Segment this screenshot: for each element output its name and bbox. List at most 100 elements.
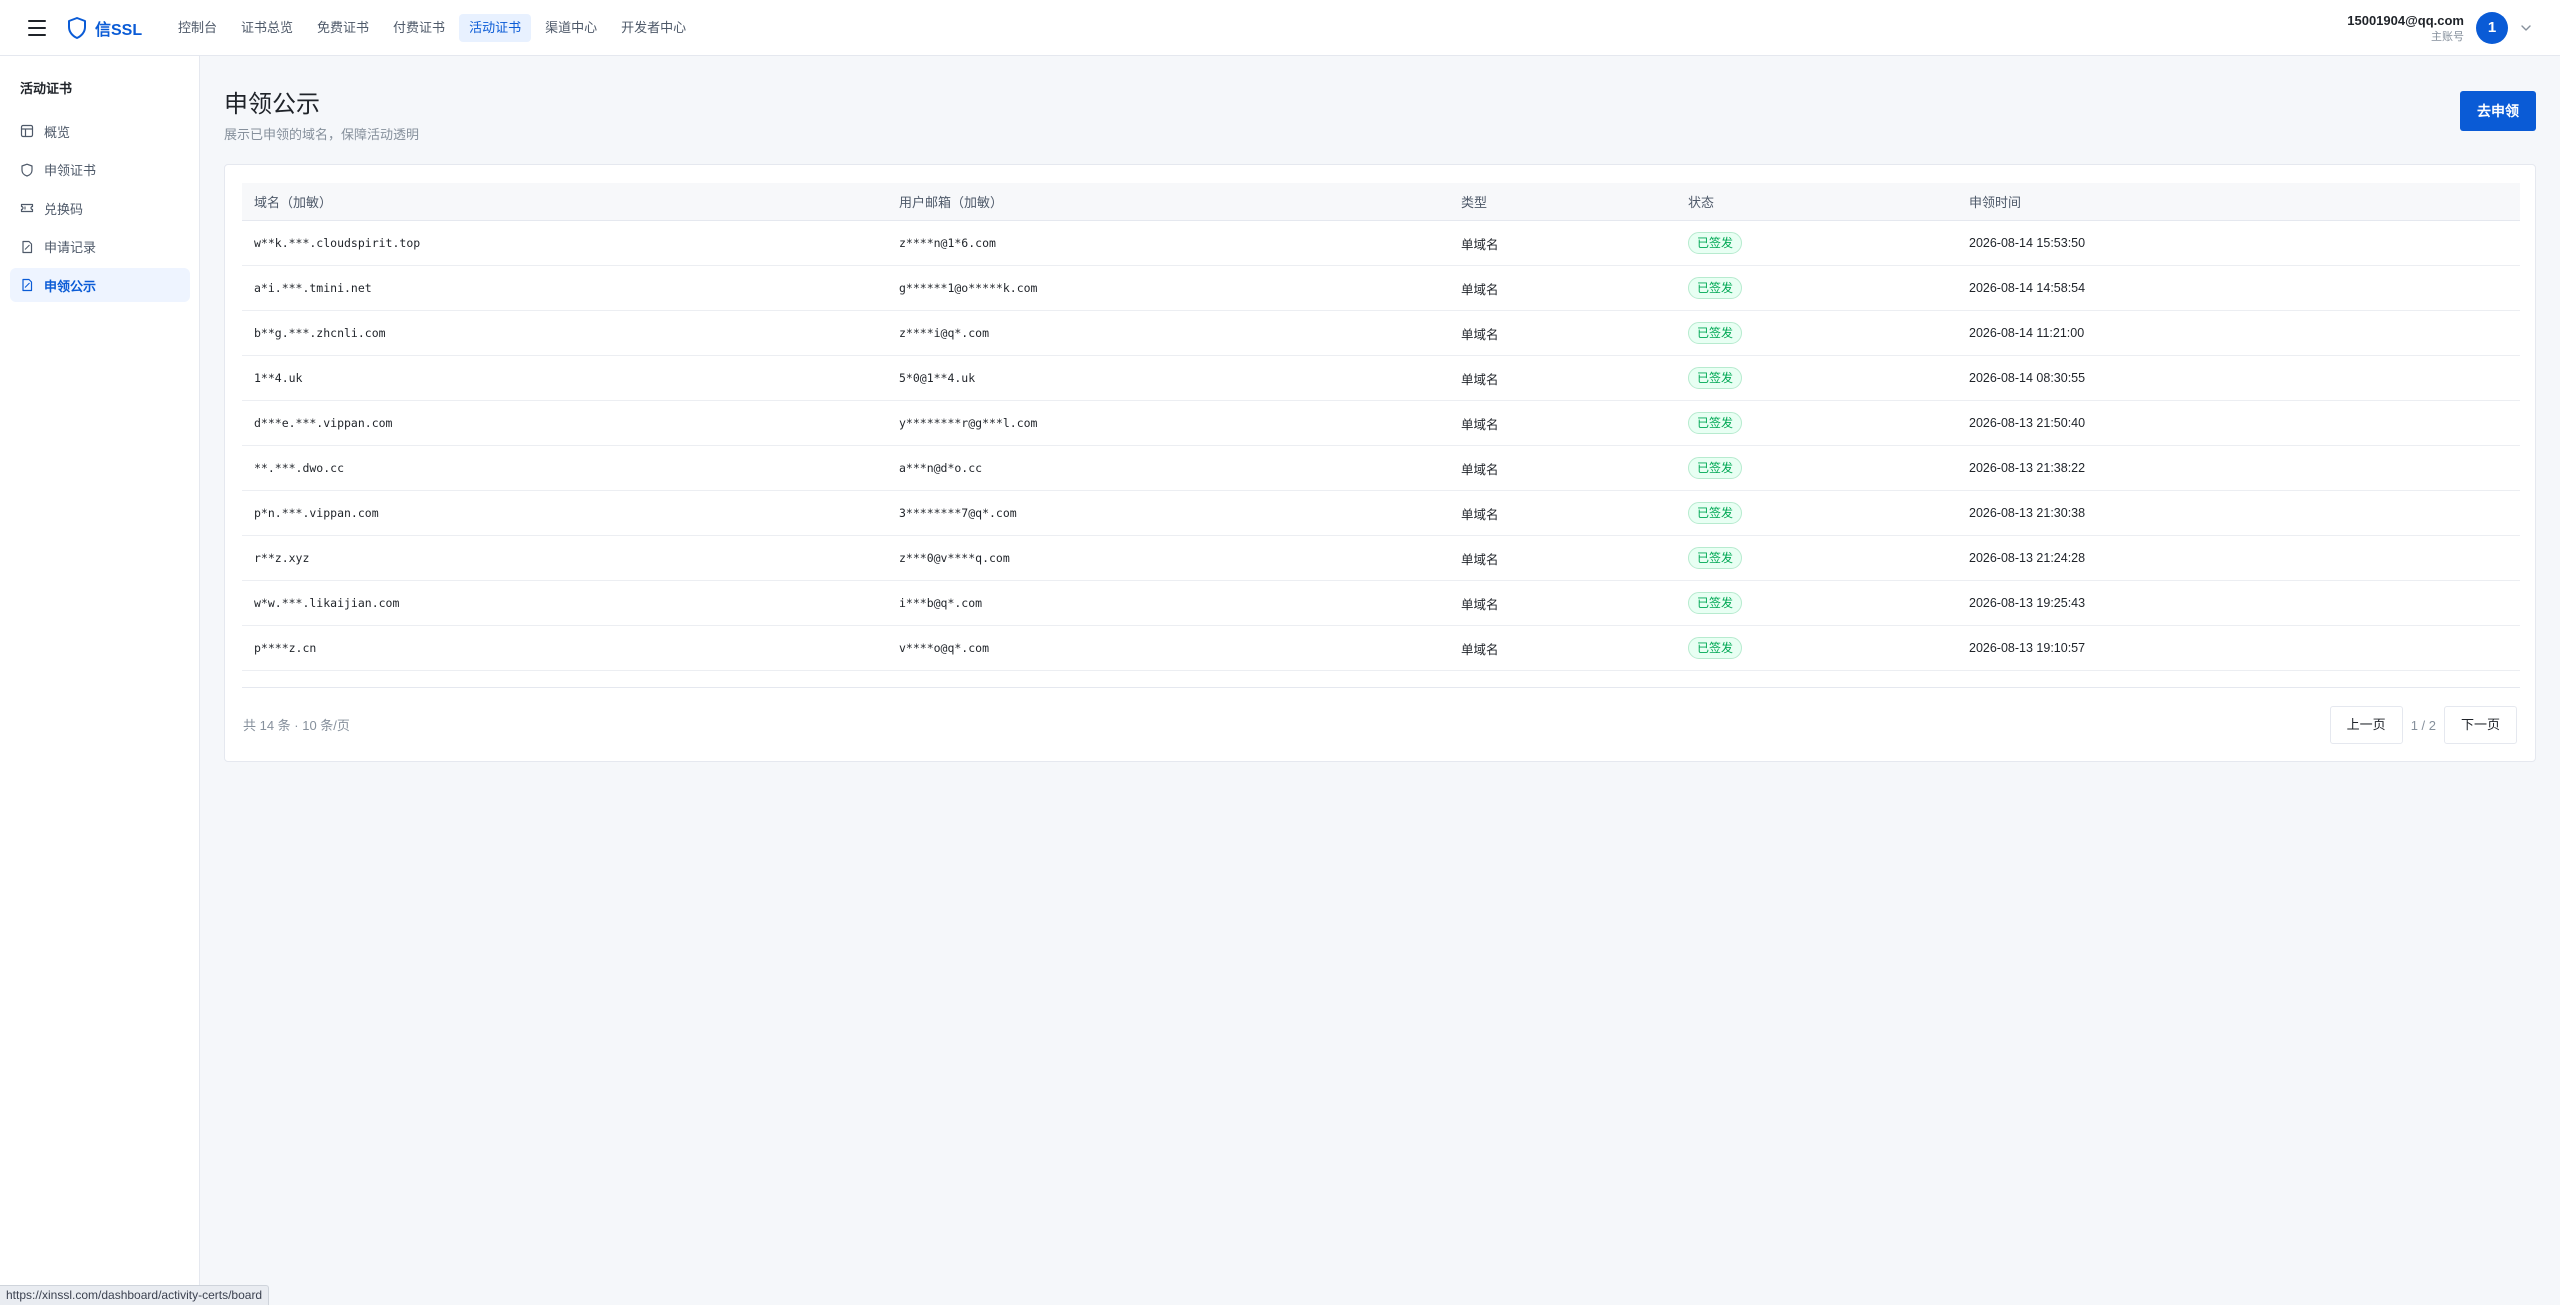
header-domain: 域名（加敏）	[254, 195, 333, 210]
sidebar-item-redeem-code[interactable]: 兑换码	[10, 191, 190, 225]
sidebar-item-label: 申请记录	[44, 240, 97, 255]
brand-name: 信SSL	[95, 22, 143, 39]
cell-type: 单域名	[1461, 462, 1499, 477]
cell-status: 已签发	[1688, 412, 1969, 434]
cell-type: 单域名	[1461, 642, 1499, 657]
shield-logo-icon	[68, 17, 86, 39]
menu-icon[interactable]	[26, 18, 50, 38]
sidebar-item-apply-records[interactable]: 申请记录	[10, 230, 190, 264]
cell-domain: b**g.***.zhcnli.com	[254, 326, 386, 340]
account-role: 主账号	[2431, 31, 2464, 43]
next-page-button[interactable]: 下一页	[2443, 706, 2517, 744]
status-badge: 已签发	[1688, 412, 1743, 434]
status-badge: 已签发	[1688, 322, 1743, 344]
cell-domain: **.***.dwo.cc	[254, 461, 345, 475]
nav-cert-overview[interactable]: 证书总览	[231, 14, 303, 42]
cell-time: 2026-08-14 14:58:54	[1969, 281, 2086, 295]
cell-email: g******1@o*****k.com	[899, 281, 1038, 295]
table-row: d***e.***.vippan.com y********r@g***l.com…	[242, 401, 2520, 446]
cell-time: 2026-08-13 21:24:28	[1969, 551, 2086, 565]
cell-type: 单域名	[1461, 282, 1499, 297]
table-row: a*i.***.tmini.net g******1@o*****k.com 单域名…	[242, 266, 2520, 311]
sidebar-item-claim-board[interactable]: 申领公示	[10, 268, 190, 302]
sidebar-item-overview[interactable]: 概览	[10, 114, 190, 148]
table-row: b**g.***.zhcnli.com z****i@q*.com 单域名 已签发 20…	[242, 311, 2520, 356]
nav-activity-certs[interactable]: 活动证书	[459, 14, 532, 42]
avatar[interactable]: 1	[2476, 12, 2508, 44]
cell-type: 单域名	[1461, 507, 1499, 522]
sidebar: 活动证书 概览 申领证书 兑换码 申请记录 申领公示	[0, 56, 200, 1305]
cell-email: v****o@q*.com	[899, 641, 990, 655]
sidebar-item-label: 申领公示	[44, 278, 97, 294]
cell-domain: r**z.xyz	[254, 551, 310, 565]
status-url: https://xinssl.com/dashboard/activity-ce…	[0, 1285, 270, 1305]
nav-channel-center[interactable]: 渠道中心	[535, 14, 607, 42]
status-badge: 已签发	[1688, 457, 1743, 479]
cell-status: 已签发	[1688, 592, 1969, 614]
cell-time: 2026-08-14 08:30:55	[1969, 371, 2086, 385]
cell-status: 已签发	[1688, 367, 1969, 389]
cell-domain: d***e.***.vippan.com	[254, 416, 393, 430]
cell-status: 已签发	[1688, 502, 1969, 524]
header-status: 状态	[1688, 195, 1715, 210]
account-menu[interactable]: 15001904@qq.com 主账号 1	[2347, 8, 2532, 48]
claims-card: 域名（加敏） 用户邮箱（加敏） 类型 状态 申领时间 w**k.***.clou…	[224, 164, 2536, 762]
status-badge: 已签发	[1688, 232, 1743, 254]
sidebar-item-claim-cert[interactable]: 申领证书	[10, 153, 190, 187]
brand-logo[interactable]: 信SSL	[67, 16, 142, 40]
status-badge: 已签发	[1688, 637, 1743, 659]
table-row: p****z.cn v****o@q*.com 单域名 已签发 2026-08-13 1…	[242, 626, 2520, 671]
status-badge: 已签发	[1688, 367, 1743, 389]
cell-status: 已签发	[1688, 232, 1969, 254]
ticket-icon	[20, 203, 34, 213]
cell-email: i***b@q*.com	[899, 596, 983, 610]
pagination-summary: 共 14 条 · 10 条/页	[243, 718, 350, 733]
cell-type: 单域名	[1461, 417, 1499, 432]
nav-paid-certs[interactable]: 付费证书	[383, 14, 455, 42]
cell-email: y********r@g***l.com	[899, 416, 1038, 430]
prev-page-button[interactable]: 上一页	[2329, 706, 2403, 744]
cell-time: 2026-08-13 21:50:40	[1969, 416, 2086, 430]
chevron-down-icon[interactable]	[2520, 22, 2532, 34]
status-badge: 已签发	[1688, 592, 1743, 614]
sidebar-item-label: 申领证书	[44, 163, 97, 178]
cell-time: 2026-08-13 19:10:57	[1969, 641, 2086, 655]
status-badge: 已签发	[1688, 502, 1743, 524]
table-row: w**k.***.cloudspirit.top z****n@1*6.com 单域…	[242, 221, 2520, 266]
page-subtitle: 展示已申领的域名，保障活动透明	[224, 127, 420, 142]
page-title: 申领公示	[224, 91, 320, 118]
cell-email: z***0@v****q.com	[899, 551, 1010, 565]
table-row: p*n.***.vippan.com 3********7@q*.com 单域名 已签…	[242, 491, 2520, 536]
cell-status: 已签发	[1688, 547, 1969, 569]
cell-domain: p****z.cn	[254, 641, 317, 655]
cell-status: 已签发	[1688, 637, 1969, 659]
cell-time: 2026-08-13 21:38:22	[1969, 461, 2086, 475]
table-body: w**k.***.cloudspirit.top z****n@1*6.com 单域…	[242, 221, 2520, 671]
table-row: r**z.xyz z***0@v****q.com 单域名 已签发 2026-08-13…	[242, 536, 2520, 581]
nav-free-certs[interactable]: 免费证书	[307, 14, 379, 42]
layout-icon	[20, 124, 34, 138]
table-row: **.***.dwo.cc a***n@d*o.cc 单域名 已签发 2026-08-1…	[242, 446, 2520, 491]
cell-type: 单域名	[1461, 327, 1499, 342]
top-nav: 控制台 证书总览 免费证书 付费证书 活动证书 渠道中心 开发者中心	[168, 14, 700, 42]
cell-email: a***n@d*o.cc	[899, 461, 983, 475]
account-email: 15001904@qq.com	[2347, 13, 2464, 28]
page-indicator: 1 / 2	[2410, 717, 2436, 733]
cell-type: 单域名	[1461, 372, 1499, 387]
nav-dashboard[interactable]: 控制台	[168, 14, 227, 42]
cell-status: 已签发	[1688, 457, 1969, 479]
cell-time: 2026-08-14 15:53:50	[1969, 236, 2086, 250]
table-header: 域名（加敏） 用户邮箱（加敏） 类型 状态 申领时间	[242, 183, 2520, 221]
status-badge: 已签发	[1688, 547, 1743, 569]
nav-developer-center[interactable]: 开发者中心	[611, 14, 696, 42]
cell-domain: 1**4.uk	[254, 371, 303, 385]
account-text: 15001904@qq.com 主账号	[2347, 12, 2464, 44]
cell-type: 单域名	[1461, 597, 1499, 612]
cell-domain: w**k.***.cloudspirit.top	[254, 236, 421, 250]
cell-time: 2026-08-13 21:30:38	[1969, 506, 2086, 520]
cell-type: 单域名	[1461, 552, 1499, 567]
status-badge: 已签发	[1688, 277, 1743, 299]
table-row: w*w.***.likaijian.com i***b@q*.com 单域名 已签发 2…	[242, 581, 2520, 626]
header-type: 类型	[1461, 195, 1488, 210]
go-claim-button[interactable]: 去申领	[2460, 91, 2536, 131]
